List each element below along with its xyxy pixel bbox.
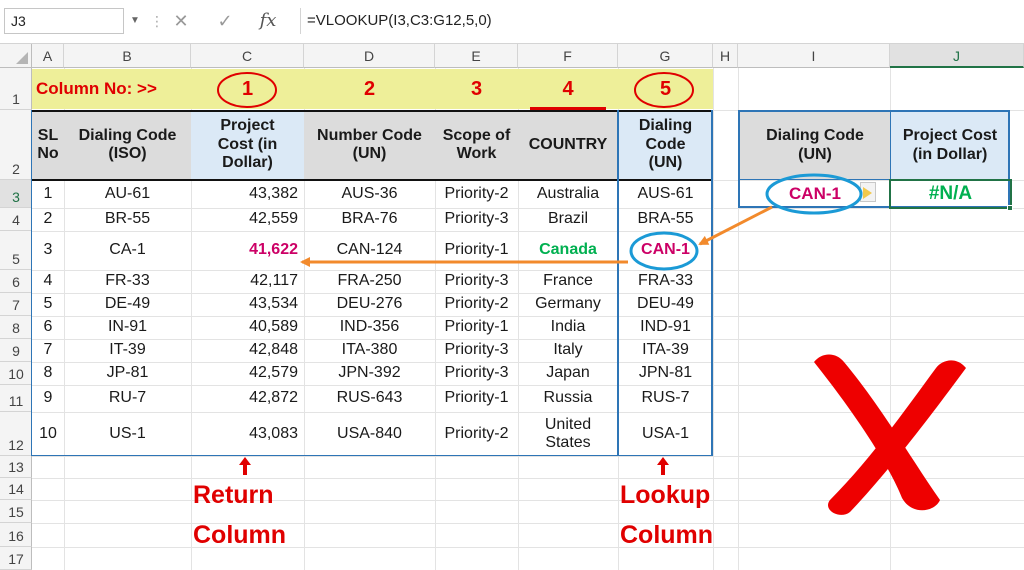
- arrow-to-lookup-column: [698, 205, 773, 246]
- circle-lookup-match: [629, 231, 699, 271]
- circle-lookup-key: [765, 173, 863, 215]
- circle-column-5: [634, 72, 694, 108]
- circle-column-1: [217, 72, 277, 108]
- cross-mark-icon: [814, 354, 966, 515]
- annotation-overlay: [217, 72, 966, 515]
- up-arrow-icon: [239, 457, 669, 475]
